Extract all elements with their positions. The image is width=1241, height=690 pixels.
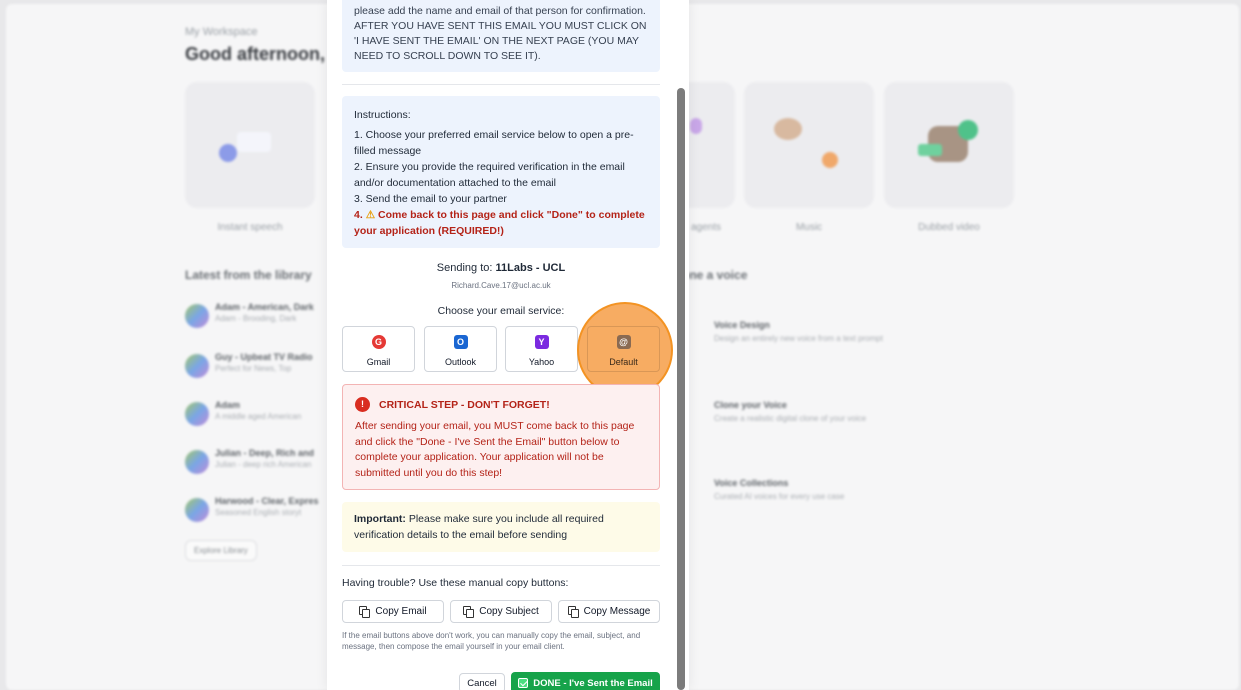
voice-avatar bbox=[185, 402, 209, 426]
divider bbox=[342, 565, 660, 566]
copy-icon bbox=[463, 606, 475, 618]
greeting-title: Good afternoon, bbox=[185, 44, 325, 64]
modal-scrollbar[interactable] bbox=[677, 88, 685, 690]
critical-body: After sending your email, you MUST come … bbox=[355, 420, 635, 479]
voice-card-title: Voice Collections bbox=[714, 478, 789, 488]
sending-to-label: Sending to: bbox=[436, 262, 493, 274]
library-item[interactable]: Guy - Upbeat TV Radio Perfect for News, … bbox=[185, 350, 335, 380]
trouble-label: Having trouble? Use these manual copy bu… bbox=[342, 577, 569, 589]
voice-avatar bbox=[185, 354, 209, 378]
recipient-email: Richard.Cave.17@ucl.ac.uk bbox=[451, 281, 551, 290]
default-email-button[interactable]: @ Default bbox=[587, 326, 660, 372]
copy-message-button[interactable]: Copy Message bbox=[558, 600, 660, 623]
tile-label: Dubbed video bbox=[918, 222, 980, 233]
library-item[interactable]: Adam A middle aged American bbox=[185, 398, 335, 428]
library-item-desc: A middle aged American bbox=[215, 412, 302, 421]
library-item-name: Guy - Upbeat TV Radio bbox=[215, 352, 313, 362]
checkbox-check-icon bbox=[518, 678, 529, 688]
clone-voice-card[interactable]: Clone your Voice Create a realistic digi… bbox=[682, 384, 1022, 454]
voice-avatar bbox=[185, 304, 209, 328]
critical-title: CRITICAL STEP - DON'T FORGET! bbox=[379, 398, 550, 411]
important-label: Important: bbox=[354, 513, 406, 525]
alert-icon: ! bbox=[355, 397, 370, 412]
gmail-button[interactable]: G Gmail bbox=[342, 326, 415, 372]
instruction-step: 3. Send the email to your partner bbox=[354, 193, 507, 205]
tile-dubbed-video[interactable] bbox=[884, 82, 1014, 208]
warning-triangle-icon: ⚠ bbox=[365, 209, 376, 221]
library-item-desc: Perfect for News, Top bbox=[215, 364, 292, 373]
button-label: Copy Message bbox=[583, 606, 651, 617]
outlook-icon: O bbox=[453, 335, 468, 349]
instruction-step-required: 4. ⚠ Come back to this page and click "D… bbox=[354, 207, 648, 239]
button-label: Copy Subject bbox=[479, 606, 539, 617]
button-label: DONE - I've Sent the Email bbox=[533, 677, 653, 689]
voice-card-desc: Curated AI voices for every use case bbox=[714, 492, 845, 501]
library-item[interactable]: Harwood - Clear, Expres Seasoned English… bbox=[185, 494, 335, 524]
voice-card-title: Clone your Voice bbox=[714, 400, 787, 410]
copy-icon bbox=[359, 606, 371, 618]
library-item[interactable]: Adam - American, Dark Adam - Brooding, D… bbox=[185, 300, 335, 330]
copy-help-note: If the email buttons above don't work, y… bbox=[342, 631, 641, 651]
copy-subject-button[interactable]: Copy Subject bbox=[450, 600, 552, 623]
library-item-desc: Seasoned English storyt bbox=[215, 508, 302, 517]
button-label: Copy Email bbox=[375, 606, 427, 617]
tile-music[interactable] bbox=[744, 82, 874, 208]
tile-label: Instant speech bbox=[217, 222, 283, 233]
outlook-button[interactable]: O Outlook bbox=[424, 326, 497, 372]
divider bbox=[342, 84, 660, 85]
voice-card-desc: Design an entirely new voice from a text… bbox=[714, 334, 883, 343]
library-item-name: Adam - American, Dark bbox=[215, 302, 314, 312]
step-text: Come back to this page and click "Done" … bbox=[354, 209, 645, 237]
service-label: Default bbox=[609, 357, 638, 367]
done-sent-email-button[interactable]: DONE - I've Sent the Email bbox=[511, 672, 660, 690]
recipient-name: 11Labs - UCL bbox=[495, 262, 566, 274]
voice-card-desc: Create a realistic digital clone of your… bbox=[714, 414, 867, 423]
critical-step-alert: ! CRITICAL STEP - DON'T FORGET! After sen… bbox=[342, 384, 660, 490]
tile-label: Music bbox=[795, 222, 823, 233]
library-title: Latest from the library bbox=[185, 268, 312, 282]
service-label: Yahoo bbox=[528, 357, 555, 367]
instructions-heading: Instructions: bbox=[354, 109, 411, 121]
voice-section-title: one a voice bbox=[682, 268, 748, 282]
workspace-label: My Workspace bbox=[185, 26, 258, 38]
service-label: Gmail bbox=[366, 357, 391, 367]
library-item-desc: Adam - Brooding, Dark bbox=[215, 314, 297, 323]
service-label: Outlook bbox=[444, 357, 477, 367]
library-item[interactable]: Julian - Deep, Rich and Julian - deep ri… bbox=[185, 446, 335, 476]
voice-collections-card[interactable]: Voice Collections Curated AI voices for … bbox=[682, 462, 1022, 532]
instructions-box: Instructions: 1. Choose your preferred e… bbox=[342, 96, 660, 248]
yahoo-icon: Y bbox=[534, 335, 549, 349]
explore-library-button[interactable]: Explore Library bbox=[185, 540, 257, 561]
important-note: Important: Please make sure you include … bbox=[342, 502, 660, 552]
library-item-name: Julian - Deep, Rich and bbox=[215, 448, 315, 458]
yahoo-button[interactable]: Y Yahoo bbox=[505, 326, 578, 372]
voice-design-card[interactable]: Voice Design Design an entirely new voic… bbox=[682, 304, 1022, 374]
library-item-desc: Julian - deep rich American bbox=[215, 460, 312, 469]
library-item-name: Harwood - Clear, Expres bbox=[215, 496, 319, 506]
tile-instant-speech[interactable] bbox=[185, 82, 315, 208]
cancel-button[interactable]: Cancel bbox=[459, 673, 505, 690]
top-warning: please add the name and email of that pe… bbox=[342, 0, 660, 72]
voice-card-title: Voice Design bbox=[714, 320, 770, 330]
instruction-step: 1. Choose your preferred email service b… bbox=[354, 129, 634, 157]
voice-avatar bbox=[185, 498, 209, 522]
at-sign-icon: @ bbox=[616, 335, 631, 349]
instruction-step: 2. Ensure you provide the required verif… bbox=[354, 161, 625, 189]
sending-to: Sending to: 11Labs - UCL bbox=[342, 262, 660, 274]
copy-email-button[interactable]: Copy Email bbox=[342, 600, 444, 623]
library-item-name: Adam bbox=[215, 400, 241, 410]
step-number: 4. bbox=[354, 209, 363, 221]
copy-icon bbox=[567, 606, 579, 618]
voice-avatar bbox=[185, 450, 209, 474]
gmail-icon: G bbox=[371, 335, 386, 349]
